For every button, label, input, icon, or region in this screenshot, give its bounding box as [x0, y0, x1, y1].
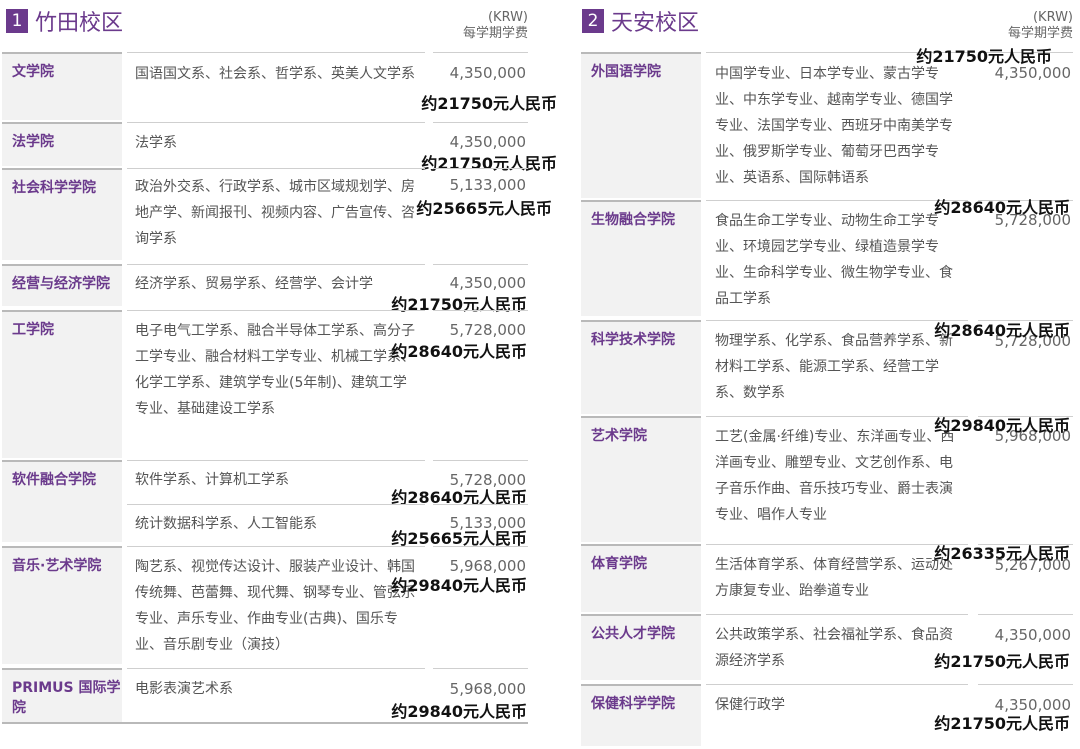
campus-number: 1 [6, 9, 28, 33]
row-divider [127, 122, 425, 123]
row-divider [127, 310, 425, 311]
college-cell: 工学院 [2, 310, 122, 458]
rmb-cell: 约21750元人民币 [916, 47, 1052, 66]
college-cell: 外国语学院 [581, 52, 701, 198]
row-divider [127, 504, 425, 505]
rmb-cell: 约21750元人民币 [934, 652, 1070, 671]
fee-divider [978, 614, 1073, 615]
college-cell: 体育学院 [581, 544, 701, 612]
college-cell: 经营与经济学院 [2, 264, 122, 306]
campus-header-jukjeon: 1 竹田校区 [6, 6, 123, 36]
table-bottom-border [2, 722, 528, 724]
fee-divider [433, 122, 528, 123]
rmb-cell: 约29840元人民币 [934, 416, 1070, 435]
currency-header-right: (KRW) 每学期学费 [975, 10, 1073, 42]
college-cell: 社会科学学院 [2, 168, 122, 260]
majors-cell: 中国学专业、日本学专业、蒙古学专业、中东学专业、越南学专业、德国学专业、法国学专… [715, 66, 953, 186]
fee-divider [433, 460, 528, 461]
college-cell: 音乐·艺术学院 [2, 546, 122, 664]
fee-cell: 4,350,000 [449, 64, 526, 82]
fee-divider [433, 504, 528, 505]
fee-divider [433, 168, 528, 169]
fee-divider [433, 546, 528, 547]
majors-cell: 电子电气工学系、融合半导体工学系、高分子工学专业、融合材料工学专业、机械工学系、… [135, 323, 415, 417]
row-divider [706, 614, 968, 615]
majors-cell: 食品生命工学专业、动物生命工学专业、环境园艺学专业、绿植造景学专业、生命科学专业… [715, 213, 953, 307]
campus-number: 2 [582, 9, 604, 33]
rmb-cell: 约21750元人民币 [934, 714, 1070, 733]
college-cell: 公共人才学院 [581, 614, 701, 680]
rmb-cell: 约25665元人民币 [416, 199, 552, 218]
rmb-cell: 约21750元人民币 [421, 94, 557, 113]
fee-cell: 4,350,000 [449, 274, 526, 292]
fee-cell: 4,350,000 [449, 133, 526, 151]
fee-cell: 5,133,000 [449, 176, 526, 194]
college-cell: PRIMUS 国际学院 [2, 668, 122, 722]
row-divider [127, 668, 425, 669]
college-cell: 保健科学学院 [581, 684, 701, 746]
campus-name: 竹田校区 [35, 11, 124, 36]
currency-label: 每学期学费 [462, 26, 528, 41]
rmb-cell: 约28640元人民币 [391, 342, 527, 361]
rmb-cell: 约21750元人民币 [421, 154, 557, 173]
row-divider [127, 264, 425, 265]
currency-label: 每学期学费 [1007, 26, 1073, 41]
rmb-cell: 约29840元人民币 [391, 702, 527, 721]
currency-code: (KRW) [487, 10, 528, 25]
rmb-cell: 约26335元人民币 [934, 544, 1070, 563]
fee-cell: 4,350,000 [994, 626, 1071, 644]
rmb-cell: 约28640元人民币 [934, 321, 1070, 340]
row-divider [127, 52, 425, 53]
majors-cell: 政治外交系、行政学系、城市区域规划学、房地产学、新闻报刊、视频内容、广告宣传、咨… [135, 179, 415, 247]
fee-cell: 5,728,000 [449, 321, 526, 339]
fee-divider [433, 52, 528, 53]
currency-header-left: (KRW) 每学期学费 [430, 10, 528, 42]
majors-cell: 陶艺系、视觉传达设计、服装产业设计、韩国传统舞、芭蕾舞、现代舞、钢琴专业、管弦乐… [135, 559, 415, 653]
majors-cell: 法学系 [135, 135, 177, 151]
rmb-cell: 约29840元人民币 [391, 576, 527, 595]
fee-divider [433, 264, 528, 265]
fee-cell: 5,968,000 [449, 680, 526, 698]
currency-code: (KRW) [1032, 10, 1073, 25]
row-divider [127, 546, 425, 547]
college-cell: 法学院 [2, 122, 122, 166]
fee-divider [433, 668, 528, 669]
majors-cell: 国语国文系、社会系、哲学系、英美人文学系 [135, 66, 415, 82]
majors-cell: 工艺(金属·纤维)专业、东洋画专业、西洋画专业、雕塑专业、文艺创作系、电子音乐作… [715, 429, 955, 523]
row-divider [706, 684, 968, 685]
fee-divider [433, 310, 528, 311]
rmb-cell: 约21750元人民币 [391, 295, 527, 314]
campus-header-cheonan: 2 天安校区 [582, 6, 699, 36]
college-cell: 艺术学院 [581, 416, 701, 542]
college-cell: 文学院 [2, 52, 122, 120]
fee-divider [978, 684, 1073, 685]
campus-name: 天安校区 [611, 11, 700, 36]
row-divider [127, 460, 425, 461]
college-cell: 科学技术学院 [581, 320, 701, 414]
rmb-cell: 约28640元人民币 [934, 198, 1070, 217]
college-cell: 软件融合学院 [2, 460, 122, 542]
row-divider [127, 168, 425, 169]
college-cell: 生物融合学院 [581, 200, 701, 316]
